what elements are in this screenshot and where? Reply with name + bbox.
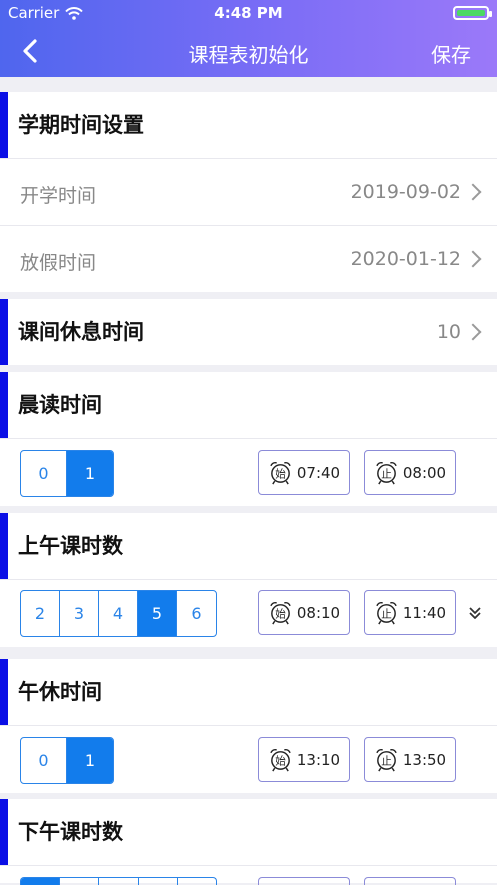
am-class-count-selector[interactable]: 2 3 4 5 6 <box>20 590 217 637</box>
app-header: Carrier 4:48 PM 课程表初始化 保存 <box>0 0 497 77</box>
chevron-right-icon <box>464 323 482 341</box>
segment-option-selected[interactable]: 1 <box>67 738 113 783</box>
term-settings-title: 学期时间设置 <box>18 113 144 137</box>
am-classes-section: 上午课时数 2 3 4 5 6 始 08:10 止 11:40 <box>0 513 497 647</box>
segment-option[interactable]: 3 <box>60 591 99 636</box>
segment-option-selected[interactable]: 5 <box>138 591 177 636</box>
pm-classes-title: 下午课时数 <box>18 820 123 844</box>
chevron-right-icon <box>464 183 482 201</box>
end-glyph: 止 <box>381 468 392 480</box>
page-title: 课程表初始化 <box>188 43 309 67</box>
am-end-time: 11:40 <box>402 603 447 622</box>
nap-end-time: 13:50 <box>402 750 447 769</box>
expand-down-icon[interactable] <box>467 605 483 621</box>
term-start-label: 开学时间 <box>20 185 97 207</box>
status-bar: Carrier 4:48 PM <box>0 0 497 26</box>
am-start-time-button[interactable]: 始 08:10 <box>258 590 350 635</box>
morning-read-count-selector[interactable]: 0 1 <box>20 450 114 497</box>
alarm-clock-icon: 止 <box>376 461 397 485</box>
clock-time: 4:48 PM <box>214 4 283 22</box>
nap-start-time: 13:10 <box>296 750 341 769</box>
divider <box>0 725 497 726</box>
break-time-row[interactable]: 课间休息时间 10 <box>0 299 497 365</box>
nav-bar: 课程表初始化 保存 <box>0 26 497 77</box>
section-accent-bar <box>0 372 8 438</box>
morning-start-time-button[interactable]: 始 07:40 <box>258 450 350 495</box>
term-settings-section: 学期时间设置 开学时间 2019-09-02 放假时间 2020-01-12 <box>0 92 497 292</box>
morning-end-time-button[interactable]: 止 08:00 <box>364 450 456 495</box>
nap-start-time-button[interactable]: 始 13:10 <box>258 737 350 782</box>
break-time-title: 课间休息时间 <box>18 320 144 344</box>
am-end-time-button[interactable]: 止 11:40 <box>364 590 456 635</box>
nap-end-time-button[interactable]: 止 13:50 <box>364 737 456 782</box>
pm-class-count-selector[interactable] <box>20 877 217 885</box>
start-glyph: 始 <box>275 754 286 767</box>
am-classes-title: 上午课时数 <box>18 534 123 558</box>
pm-end-time-button[interactable] <box>364 877 456 885</box>
section-accent-bar <box>0 92 8 158</box>
divider <box>0 225 497 226</box>
start-glyph: 始 <box>275 607 286 620</box>
break-time-value: 10 <box>436 321 461 343</box>
morning-end-time: 08:00 <box>402 463 447 482</box>
term-end-label: 放假时间 <box>20 252 97 274</box>
term-start-value: 2019-09-02 <box>350 181 461 203</box>
end-glyph: 止 <box>381 755 392 767</box>
am-start-time: 08:10 <box>296 603 341 622</box>
pm-start-time-button[interactable] <box>258 877 350 885</box>
divider <box>0 438 497 439</box>
nap-count-selector[interactable]: 0 1 <box>20 737 114 784</box>
segment-option[interactable]: 4 <box>99 591 138 636</box>
end-glyph: 止 <box>381 608 392 620</box>
section-accent-bar <box>0 659 8 725</box>
section-accent-bar <box>0 299 8 365</box>
segment-option[interactable]: 2 <box>21 591 60 636</box>
pm-classes-section: 下午课时数 <box>0 799 497 885</box>
section-accent-bar <box>0 799 8 865</box>
term-end-value: 2020-01-12 <box>350 248 461 270</box>
segment-option[interactable]: 0 <box>21 738 67 783</box>
chevron-right-icon <box>464 250 482 268</box>
start-glyph: 始 <box>275 467 286 480</box>
save-button[interactable]: 保存 <box>431 39 471 68</box>
morning-read-title: 晨读时间 <box>18 393 102 417</box>
divider <box>0 865 497 866</box>
segment-option-selected[interactable]: 1 <box>67 451 113 496</box>
alarm-clock-icon: 止 <box>376 601 397 625</box>
alarm-clock-icon: 始 <box>270 461 291 485</box>
section-accent-bar <box>0 513 8 579</box>
battery-icon <box>453 6 492 20</box>
segment-option[interactable]: 0 <box>21 451 67 496</box>
nap-time-section: 午休时间 0 1 始 13:10 止 13:50 <box>0 659 497 793</box>
segment-option[interactable]: 6 <box>177 591 216 636</box>
nap-time-title: 午休时间 <box>18 680 102 704</box>
alarm-clock-icon: 始 <box>270 601 291 625</box>
morning-read-section: 晨读时间 0 1 始 07:40 止 08:00 <box>0 372 497 506</box>
alarm-clock-icon: 止 <box>376 748 397 772</box>
divider <box>0 158 497 159</box>
alarm-clock-icon: 始 <box>270 748 291 772</box>
morning-start-time: 07:40 <box>296 463 341 482</box>
divider <box>0 579 497 580</box>
